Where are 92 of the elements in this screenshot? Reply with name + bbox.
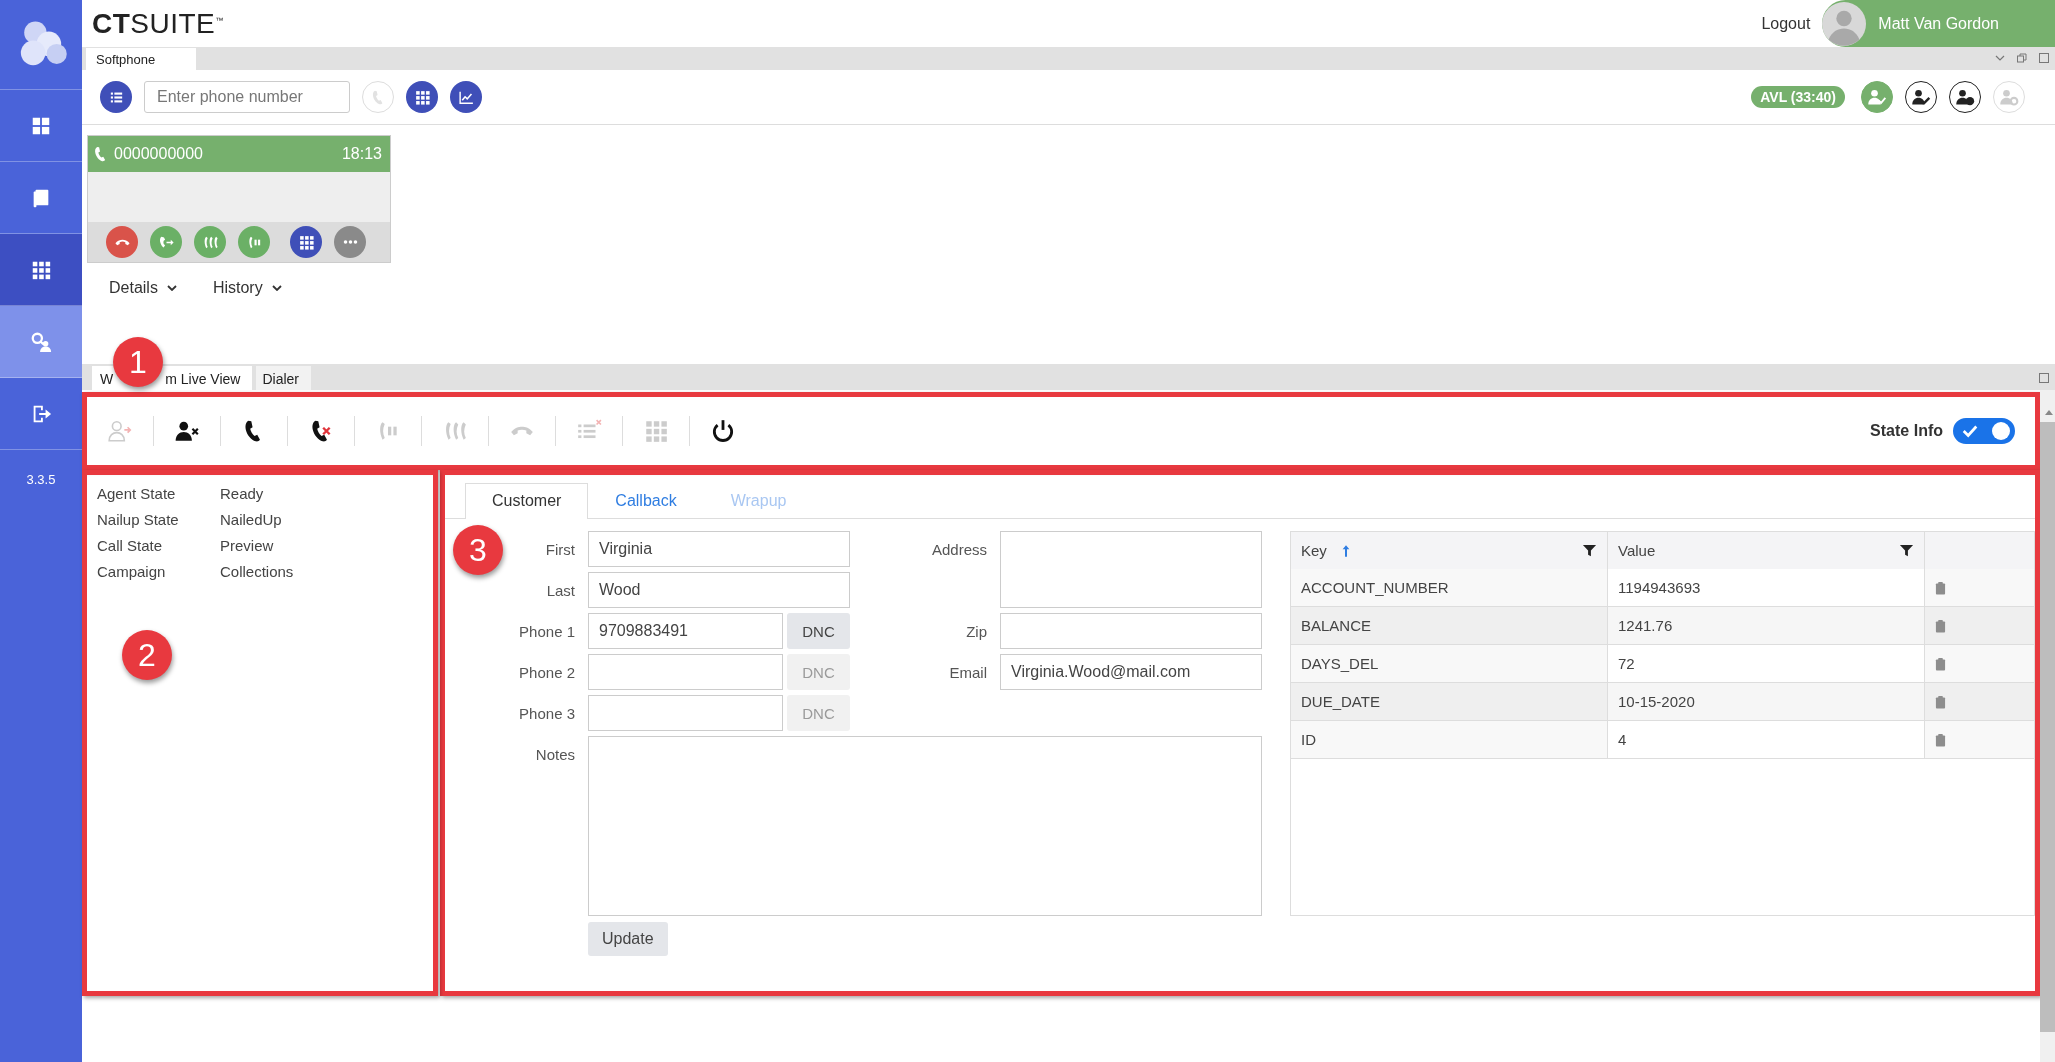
tool-button[interactable] (450, 81, 482, 113)
maximize-icon[interactable] (2038, 52, 2050, 64)
info-value: Collections (220, 563, 295, 580)
user-name: Matt Van Gordon (1878, 14, 1999, 33)
expand-link[interactable]: Details (109, 279, 178, 297)
input-field[interactable]: 9709883491 (588, 613, 783, 649)
form-tab[interactable]: Customer (465, 483, 589, 519)
field-label: Email (949, 663, 987, 681)
chevron-down-icon (270, 285, 283, 291)
field-label: Notes (535, 745, 575, 763)
call-number: 0000000000 (114, 145, 203, 163)
agent-state-button[interactable] (1949, 81, 1981, 113)
tool-button[interactable] (100, 81, 132, 113)
form-tab[interactable]: Callback (588, 483, 704, 518)
input-field[interactable] (1000, 613, 1262, 649)
chevron-down-icon (165, 285, 178, 291)
filter-icon[interactable] (1899, 543, 1914, 558)
callout-marker: 2 (122, 630, 172, 680)
filter-icon[interactable] (1582, 543, 1597, 558)
update-button[interactable]: Update (588, 922, 668, 956)
info-label: Agent State (97, 485, 177, 502)
person-check-icon (1867, 87, 1887, 107)
table-cell: ID (1291, 721, 1608, 758)
field-label: First (545, 540, 575, 558)
sort-arrow-icon[interactable] (1340, 543, 1351, 558)
phone-number-field[interactable]: Enter phone number (144, 81, 350, 113)
logout-link[interactable]: Logout (1761, 14, 1811, 33)
status-badge: AVL (33:40) (1751, 86, 1845, 108)
clipboard-icon[interactable] (1935, 732, 1946, 747)
dnc-button[interactable]: DNC (787, 613, 850, 649)
field-label: Address (931, 540, 987, 558)
state-info-toggle[interactable] (1953, 418, 2015, 444)
person-pencil-icon (1911, 87, 1931, 107)
version-label: 3.3.5 (25, 471, 57, 487)
header-label: Key (1301, 542, 1327, 559)
notes-field[interactable] (588, 736, 1262, 916)
sidebar-item[interactable] (0, 234, 82, 306)
input-field[interactable]: Wood (588, 572, 850, 608)
restore-icon[interactable] (2016, 52, 2028, 64)
person-search-icon (30, 330, 52, 353)
info-label: Call State (97, 537, 164, 554)
input-field[interactable] (588, 695, 783, 731)
app-logo: CTSUITE$^{™}$ (92, 7, 224, 40)
field-label: Last (546, 581, 575, 599)
table-cell: ACCOUNT_NUMBER (1291, 569, 1608, 606)
table-cell: DAYS_DEL (1291, 645, 1608, 682)
call-action-button[interactable] (106, 226, 138, 258)
table-cell: BALANCE (1291, 607, 1608, 644)
state-info-label: State Info (1870, 422, 1943, 440)
call-timer: 18:13 (341, 145, 382, 163)
address-field[interactable] (1000, 531, 1262, 608)
more-icon (341, 239, 359, 245)
tab-label[interactable]: m Live View (165, 371, 241, 387)
table-cell: 1241.76 (1608, 607, 1925, 644)
call-action-button[interactable] (290, 226, 322, 258)
info-value: Preview (220, 537, 275, 554)
scroll-up-icon[interactable] (2043, 408, 2054, 416)
panel-tab[interactable]: Dialer (256, 366, 311, 390)
info-value: NailedUp (220, 511, 283, 528)
callout-marker: 3 (453, 525, 503, 575)
info-label: Campaign (97, 563, 167, 580)
field-label: Zip (966, 622, 987, 640)
maximize-icon[interactable] (2038, 372, 2050, 384)
input-field[interactable]: Virginia.Wood@mail.com (1000, 654, 1262, 690)
info-label: Nailup State (97, 511, 180, 528)
tab-label[interactable]: W (100, 371, 114, 387)
keypad-icon (643, 418, 669, 444)
keypad-icon (413, 88, 431, 106)
clipboard-icon[interactable] (1935, 656, 1946, 671)
field-label: Phone 1 (519, 622, 575, 640)
expand-link[interactable]: History (212, 279, 283, 297)
callout-marker: 1 (113, 337, 163, 387)
person-clock-icon (1955, 87, 1975, 107)
agent-state-button[interactable] (1905, 81, 1937, 113)
info-value: Ready (220, 485, 265, 502)
person-arrow-icon (107, 418, 133, 444)
table-cell: DUE_DATE (1291, 683, 1608, 720)
header-label: Value (1618, 542, 1656, 559)
clipboard-icon[interactable] (1935, 580, 1946, 595)
tool-button[interactable] (406, 81, 438, 113)
softphone-tab[interactable]: Softphone (86, 48, 196, 70)
field-label: Phone 2 (519, 663, 575, 681)
clipboard-icon[interactable] (1935, 694, 1946, 709)
input-field[interactable] (588, 654, 783, 690)
scrollbar[interactable] (2040, 390, 2055, 1062)
keypad-icon (297, 233, 315, 251)
input-field[interactable]: Virginia (588, 531, 850, 567)
power-icon (710, 418, 736, 444)
person-gear-icon (1999, 87, 2019, 107)
field-label: Phone 3 (519, 704, 575, 722)
clipboard-icon[interactable] (1935, 618, 1946, 633)
table-cell: 10-15-2020 (1608, 683, 1925, 720)
